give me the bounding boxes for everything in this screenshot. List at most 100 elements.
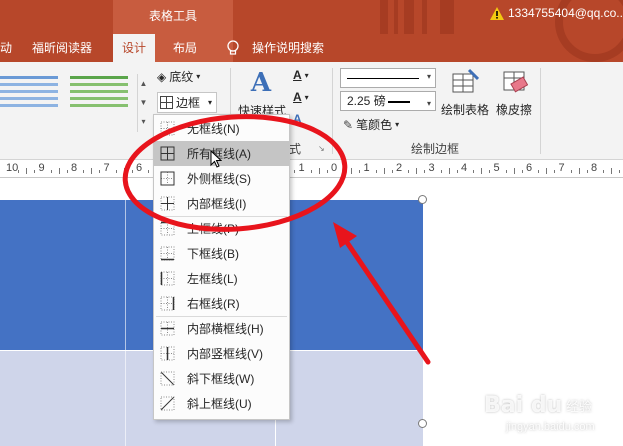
border-menu-item-label: 下框线(B) (187, 247, 239, 261)
border-menu-item[interactable]: 下框线(B) (154, 241, 289, 266)
border-label: 边框 (176, 96, 201, 110)
ruler-tick (513, 168, 515, 174)
tab-tell-me-search[interactable]: 操作说明搜索 (244, 34, 332, 62)
ruler-tick (326, 170, 328, 173)
resize-handle[interactable] (418, 419, 427, 428)
ruler-tick (416, 168, 418, 174)
pen-style-select[interactable]: ▾ (340, 68, 436, 88)
ruler-tick (83, 170, 85, 173)
resize-handle[interactable] (418, 195, 427, 204)
scroll-up-icon[interactable]: ▲ (138, 74, 149, 93)
diagonal-up-border-icon (160, 396, 175, 411)
text-outline-button[interactable]: A ▾ (293, 90, 309, 104)
dialog-launcher-icon[interactable]: ↘ (318, 144, 325, 153)
quick-styles-button[interactable]: A 快速样式 (238, 68, 286, 119)
style-gallery-scroll[interactable]: ▲ ▼ ▾ (137, 74, 149, 132)
ruler-tick (448, 168, 450, 174)
ruler-tick (383, 168, 385, 174)
border-menu-item[interactable]: 上框线(P) (154, 216, 289, 241)
account-area[interactable]: 1334755404@qq.co... (490, 6, 623, 20)
ruler-number: 1 (363, 162, 370, 174)
table-style-thumbnail[interactable] (70, 76, 128, 126)
ruler-tick (34, 170, 36, 173)
tab-foxit-reader[interactable]: 福昕阅读器 (24, 34, 100, 62)
tab-animations[interactable]: 动 (0, 34, 20, 62)
pen-weight-select[interactable]: 2.25 磅 ▾ (340, 91, 436, 111)
shading-label: 底纹 (169, 70, 194, 84)
border-grid-icon (160, 96, 173, 109)
ruler-tick (123, 168, 125, 174)
ruler-tick (408, 170, 410, 173)
ruler-number: 7 (103, 162, 110, 174)
pen-weight-preview (387, 100, 410, 103)
border-menu-item[interactable]: 斜上框线(U) (154, 391, 289, 416)
ruler-number: 0 (331, 162, 338, 174)
border-menu-item[interactable]: 内部框线(I) (154, 191, 289, 216)
lightbulb-icon (227, 40, 239, 55)
horizontal-ruler: 10987654321012345678910 (0, 160, 623, 178)
group-label-draw-borders: 绘制边框 (411, 142, 460, 156)
ruler-tick (148, 170, 150, 173)
ribbon-separator (332, 68, 333, 154)
border-menu-item[interactable]: 内部横框线(H) (154, 316, 289, 341)
scroll-down-icon[interactable]: ▼ (138, 93, 149, 112)
ruler-number: 2 (396, 162, 403, 174)
eraser-button[interactable]: 橡皮擦 (494, 68, 534, 118)
draw-table-button[interactable]: 绘制表格 (440, 68, 490, 118)
chevron-down-icon: ▾ (304, 70, 309, 80)
ruler-number: 7 (558, 162, 565, 174)
paint-bucket-icon: ◈ (157, 69, 167, 84)
ruler-number: 3 (428, 162, 435, 174)
ruler-tick (318, 168, 320, 174)
tab-design[interactable]: 设计 (113, 34, 155, 62)
ruler-tick (375, 170, 377, 173)
text-outline-icon: A (293, 90, 302, 104)
table-tools-title: 表格工具 (148, 9, 197, 23)
border-menu-item[interactable]: 斜下框线(W) (154, 366, 289, 391)
diagonal-down-border-icon (160, 371, 175, 386)
ribbon: ▲ ▼ ▾ ◈ 底纹 ▾ 边框 ▾ A 快速样式 A ▾ A ▾ A 式 ↘ ▾ (0, 62, 623, 160)
shading-button[interactable]: ◈ 底纹 ▾ (157, 68, 200, 85)
ribbon-separator (540, 68, 541, 154)
border-button[interactable]: 边框 ▾ (157, 92, 218, 113)
ruler-number: 10 (6, 162, 19, 174)
tab-layout[interactable]: 布局 (165, 34, 205, 62)
ruler-tick (99, 170, 101, 173)
border-dropdown-menu: 无框线(N) 所有框线(A) 外侧框线(S) 内部框线(I) 上框线(P) 下框… (153, 114, 290, 420)
border-menu-item[interactable]: 左框线(L) (154, 266, 289, 291)
ruler-tick (50, 170, 52, 173)
title-decoration (394, 0, 398, 34)
ruler-tick (603, 170, 605, 173)
ribbon-tabs: 动 福昕阅读器 设计 布局 操作说明搜索 (0, 34, 623, 62)
border-menu-item[interactable]: 右框线(R) (154, 291, 289, 316)
draw-table-icon (452, 68, 480, 93)
border-menu-item[interactable]: 外侧框线(S) (154, 166, 289, 191)
border-menu-item[interactable]: 无框线(N) (154, 116, 289, 141)
slide-canvas: Bai du 经验 jingyan.baidu.com (0, 178, 623, 446)
right-border-icon (160, 296, 175, 311)
ruler-number: 5 (493, 162, 500, 174)
chevron-down-icon: ▾ (196, 72, 201, 81)
text-effects-button[interactable]: A (293, 112, 302, 126)
title-bar: 表格工具 1334755404@qq.co... 动 福昕阅读器 设计 布局 操… (0, 0, 623, 62)
eraser-label: 橡皮擦 (495, 103, 532, 117)
text-fill-button[interactable]: A ▾ (293, 68, 309, 82)
ruler-tick (391, 170, 393, 173)
title-decoration (404, 0, 414, 34)
ruler-tick (456, 170, 458, 173)
ruler-tick (538, 170, 540, 173)
border-menu-item[interactable]: 内部竖框线(V) (154, 341, 289, 366)
title-decoration (380, 0, 388, 34)
pen-color-button[interactable]: ✎ 笔颜色 ▾ (343, 116, 399, 133)
border-menu-item-label: 内部框线(I) (187, 197, 247, 211)
inside-horizontal-border-icon (160, 321, 175, 336)
ruler-tick (505, 170, 507, 173)
ruler-tick (294, 170, 296, 173)
inside-borders-icon (160, 196, 175, 211)
table-gridline (125, 200, 126, 446)
border-menu-item-label: 右框线(R) (187, 297, 240, 311)
table-style-thumbnail[interactable] (0, 76, 58, 126)
gallery-more-icon[interactable]: ▾ (138, 112, 149, 131)
pen-icon: ✎ (343, 117, 354, 132)
ruler-tick (481, 168, 483, 174)
